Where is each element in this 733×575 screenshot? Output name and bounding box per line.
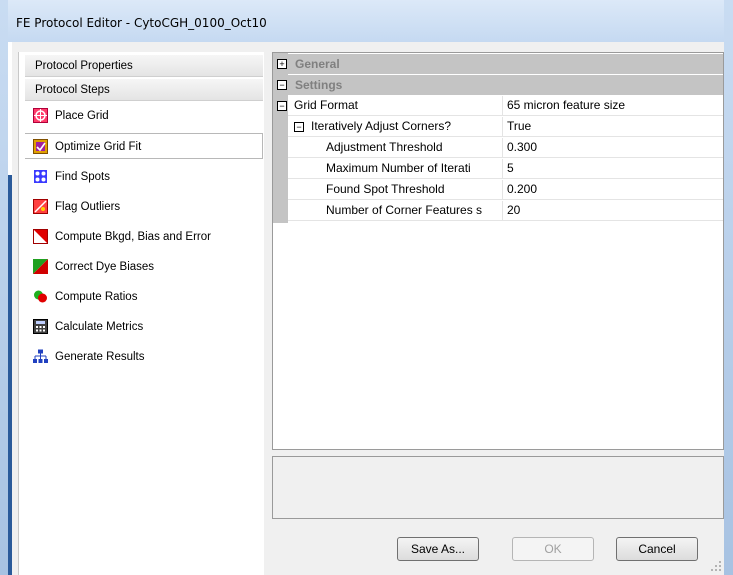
step-label: Compute Bkgd, Bias and Error xyxy=(55,231,211,243)
place-grid-icon xyxy=(33,108,48,123)
protocol-steps-header[interactable]: Protocol Steps xyxy=(25,79,263,101)
step-label: Correct Dye Biases xyxy=(55,261,155,273)
protocol-properties-header[interactable]: Protocol Properties xyxy=(25,55,263,77)
cancel-button[interactable]: Cancel xyxy=(616,537,698,561)
step-place-grid[interactable]: Place Grid xyxy=(25,103,263,129)
protocol-editor-window: FE Protocol Editor - CytoCGH_0100_Oct10 … xyxy=(0,0,733,575)
category-settings[interactable]: − Settings xyxy=(273,75,723,95)
expand-plus-icon[interactable]: + xyxy=(277,59,287,69)
property-description-panel xyxy=(272,456,724,519)
protocol-nav-panel: Protocol Properties Protocol Steps Place… xyxy=(18,52,264,575)
step-label: Optimize Grid Fit xyxy=(55,141,142,153)
property-value[interactable]: 20 xyxy=(502,201,727,220)
step-label: Compute Ratios xyxy=(55,291,138,303)
category-general[interactable]: + General xyxy=(273,54,723,74)
title-bar[interactable]: FE Protocol Editor - CytoCGH_0100_Oct10 xyxy=(0,0,733,42)
flag-outliers-icon xyxy=(33,199,48,214)
property-name: Maximum Number of Iterati xyxy=(326,161,471,175)
property-row-grid-format[interactable]: − Grid Format 65 micron feature size xyxy=(277,96,723,116)
property-value[interactable]: True xyxy=(502,117,727,136)
step-correct-dye-biases[interactable]: Correct Dye Biases xyxy=(25,254,263,280)
step-compute-ratios[interactable]: Compute Ratios xyxy=(25,284,263,310)
save-as-button[interactable]: Save As... xyxy=(397,537,479,561)
collapse-minus-icon[interactable]: − xyxy=(294,122,304,132)
property-name: Iteratively Adjust Corners? xyxy=(311,119,452,133)
property-row-max-iterations[interactable]: Maximum Number of Iterati 5 xyxy=(288,159,723,179)
compute-ratios-icon xyxy=(33,289,48,304)
correct-dye-icon xyxy=(33,259,48,274)
compute-bkgd-icon xyxy=(33,229,48,244)
collapse-minus-icon[interactable]: − xyxy=(277,80,287,90)
step-label: Flag Outliers xyxy=(55,201,121,213)
step-calculate-metrics[interactable]: Calculate Metrics xyxy=(25,314,263,340)
property-grid[interactable]: + General − Settings − Grid Format 65 mi… xyxy=(272,52,724,450)
property-name: Found Spot Threshold xyxy=(326,182,445,196)
property-name: Grid Format xyxy=(294,98,359,112)
protocol-properties-label: Protocol Properties xyxy=(35,60,133,72)
step-find-spots[interactable]: Find Spots xyxy=(25,164,263,190)
ok-button[interactable]: OK xyxy=(512,537,594,561)
property-value[interactable]: 65 micron feature size xyxy=(502,96,727,115)
property-name: Number of Corner Features s xyxy=(326,203,483,217)
collapse-minus-icon[interactable]: − xyxy=(277,101,287,111)
property-row-iteratively-adjust[interactable]: − Iteratively Adjust Corners? True xyxy=(288,117,723,137)
optimize-grid-icon xyxy=(33,139,48,154)
property-name: Adjustment Threshold xyxy=(326,140,443,154)
category-label: General xyxy=(295,57,340,71)
step-compute-bkgd[interactable]: Compute Bkgd, Bias and Error xyxy=(25,224,263,250)
window-left-border xyxy=(0,0,8,575)
property-value[interactable]: 0.200 xyxy=(502,180,727,199)
generate-results-icon xyxy=(33,349,48,364)
property-value[interactable]: 0.300 xyxy=(502,138,727,157)
step-generate-results[interactable]: Generate Results xyxy=(25,344,263,370)
step-label: Calculate Metrics xyxy=(55,321,144,333)
step-optimize-grid-fit[interactable]: Optimize Grid Fit xyxy=(25,133,263,159)
property-row-found-spot-threshold[interactable]: Found Spot Threshold 0.200 xyxy=(288,180,723,200)
resize-grip-icon[interactable] xyxy=(710,560,722,572)
step-flag-outliers[interactable]: Flag Outliers xyxy=(25,194,263,220)
protocol-steps-label: Protocol Steps xyxy=(35,84,110,96)
find-spots-icon xyxy=(33,169,48,184)
property-value[interactable]: 5 xyxy=(502,159,727,178)
window-title: FE Protocol Editor - CytoCGH_0100_Oct10 xyxy=(16,16,267,30)
property-row-corner-features[interactable]: Number of Corner Features s 20 xyxy=(288,201,723,221)
category-label: Settings xyxy=(295,78,343,92)
property-row-adjustment-threshold[interactable]: Adjustment Threshold 0.300 xyxy=(288,138,723,158)
step-label: Find Spots xyxy=(55,171,110,183)
calculate-metrics-icon xyxy=(33,319,48,334)
step-label: Place Grid xyxy=(55,110,109,122)
window-right-border xyxy=(724,0,733,575)
step-label: Generate Results xyxy=(55,351,145,363)
